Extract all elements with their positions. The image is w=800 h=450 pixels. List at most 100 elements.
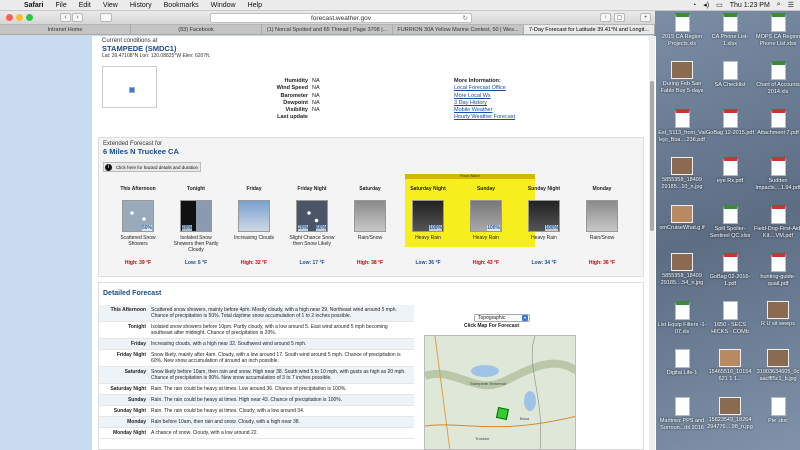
link-hourly-forecast[interactable]: Hourly Weather Forecast — [454, 114, 515, 121]
forecast-period[interactable]: Monday Rain/Snow High: 36 °F — [577, 186, 627, 266]
forecast-period[interactable]: Friday Night 60% 20% Slight Chance Snow the… — [287, 186, 337, 266]
desktop-file-icon[interactable]: GoBag 12-2015.pdf — [705, 109, 755, 137]
link-mobile-weather[interactable]: Mobile Weather — [454, 107, 515, 114]
obs-label: Visibility — [285, 107, 308, 114]
desktop-file-icon[interactable]: CA Phone List-1.xlsx — [705, 13, 755, 47]
period-description: Heavy Rain — [415, 235, 441, 241]
spotlight-icon[interactable]: ⌕ — [777, 1, 781, 9]
period-temperature: Low: 5 °F — [184, 260, 208, 266]
zoom-window-button[interactable] — [26, 14, 33, 21]
detailed-forecast-panel: Detailed Forecast This Afternoon Scattere… — [98, 282, 644, 450]
desktop-file-icon[interactable]: 15823549_18264 294776....98_n.jpg — [705, 397, 755, 430]
forecast-period[interactable]: This Afternoon 50% Scattered Snow Showers H… — [113, 186, 163, 266]
detailed-forecast-row: Monday Night A chance of snow. Cloudy, wi… — [99, 428, 414, 439]
obs-row: Last update — [252, 114, 320, 121]
desktop-file-icon[interactable]: MOPS CA Region Phone List.xlsx — [753, 13, 800, 47]
menu-file[interactable]: File — [49, 2, 72, 9]
menu-app[interactable]: Safari — [18, 2, 49, 9]
desktop-file-icon[interactable]: Pie .doc — [753, 397, 800, 425]
forward-button[interactable]: › — [72, 13, 83, 22]
weather-icon[interactable]: 50% — [122, 200, 154, 232]
desktop-file-icon[interactable]: omCruiseWhat.g if — [657, 205, 707, 232]
weather-icon[interactable] — [354, 200, 386, 232]
desktop-file-icon[interactable]: hunting-guide-quail.pdf — [753, 253, 800, 287]
file-thumbnail — [722, 253, 738, 272]
weather-icon[interactable]: 60% 20% — [296, 200, 328, 232]
new-tab-button[interactable]: + — [640, 13, 651, 22]
menubar-clock[interactable]: Thu 1:23 PM — [730, 2, 770, 9]
notifications-icon[interactable]: ☰ — [788, 1, 794, 9]
battery-icon[interactable]: ▭ — [716, 1, 723, 9]
reload-icon[interactable]: ↻ — [463, 14, 468, 23]
menu-history[interactable]: History — [124, 2, 158, 9]
link-3-day-history[interactable]: 3 Day History — [454, 100, 515, 107]
show-tabs-button[interactable]: ▢ — [614, 13, 625, 22]
desktop-file-icon[interactable]: During Feb San Fable Buy 5-days — [657, 61, 707, 94]
tab-intranet[interactable]: Intranet Home — [0, 25, 131, 34]
location-marker[interactable] — [495, 406, 510, 421]
desktop-file-icon[interactable]: 5855958_18499 29185...10_n.jpg — [657, 157, 707, 190]
desktop-file-icon[interactable]: 2015 CA Region Projects.xls — [657, 13, 707, 47]
period-temperature: Low: 17 °F — [299, 260, 325, 266]
desktop-file-icon[interactable]: R U sit weeps — [753, 301, 800, 328]
wifi-icon[interactable]: ◔ — [692, 2, 696, 9]
obs-row: Wind Speed NA — [252, 85, 320, 92]
scrollbar-thumb[interactable] — [650, 81, 654, 231]
file-name: Pie .doc — [768, 418, 788, 424]
desktop-file-icon[interactable]: 1650 - SECS HICKS - COMb — [705, 301, 755, 335]
desktop-file-icon[interactable]: 5855958_18499 29185....54_n.jpg — [657, 253, 707, 286]
tab-facebook[interactable]: (83) Facebook — [131, 25, 262, 34]
share-button[interactable]: ↑ — [600, 13, 611, 22]
desktop-file-icon[interactable]: Sudden Impacts....1.94.pdf — [753, 157, 800, 191]
back-button[interactable]: ‹ — [60, 13, 71, 22]
desktop-file-icon[interactable]: eye Rx.pdf — [705, 157, 755, 185]
file-thumbnail — [674, 397, 690, 416]
desktop-file-icon[interactable]: Attachment 7.pdf — [753, 109, 800, 137]
tab-norcal[interactable]: (1) Norcal Spotted and 65 Thread | Page … — [262, 25, 393, 34]
menu-window[interactable]: Window — [205, 2, 242, 9]
desktop-file-icon[interactable]: GoBag 02-2016-1.pdf — [705, 253, 755, 287]
menu-view[interactable]: View — [97, 2, 124, 9]
forecast-period[interactable]: Friday Increasing Clouds High: 32 °F — [229, 186, 279, 266]
desktop-file-icon[interactable]: 15465516_10154 621 1 1... — [705, 349, 755, 382]
flood-watch-banner[interactable]: Flood Watch — [405, 174, 535, 179]
desktop-file-icon[interactable]: Martinez PPS and Surroun...dit 2016 — [657, 397, 707, 431]
menu-help[interactable]: Help — [242, 2, 268, 9]
desktop-file-icon[interactable]: Digital Life-1 — [657, 349, 707, 377]
weather-icon[interactable]: 100% — [412, 200, 444, 232]
file-thumbnail — [770, 109, 786, 128]
desktop-file-icon[interactable]: 31903634605_0c aacfff5c1_b.jpg — [753, 349, 800, 382]
tab-forecast[interactable]: 7-Day Forecast for Latitude 39.41°N and … — [524, 25, 655, 34]
forecast-period[interactable]: Saturday Rain/Snow High: 38 °F — [345, 186, 395, 266]
forecast-period[interactable]: Sunday 100% Heavy Rain High: 43 °F — [461, 186, 511, 266]
volume-icon[interactable]: ◂) — [703, 1, 709, 9]
desktop-file-icon[interactable]: Field-Dog-First-Aid-Kit....VM.pdf — [753, 205, 800, 239]
weather-icon[interactable] — [238, 200, 270, 232]
link-more-local-wx[interactable]: More Local Wx — [454, 93, 515, 100]
map-type-select[interactable]: Topographic ▾ — [474, 314, 530, 322]
weather-icon[interactable] — [586, 200, 618, 232]
forecast-period[interactable]: Saturday Night 100% Heavy Rain Low: 36 °F — [403, 186, 453, 266]
weather-icon[interactable]: 20% — [180, 200, 212, 232]
desktop-file-icon[interactable]: Est_5113_from_Val lejo_Boa....236.pdf — [657, 109, 707, 143]
sidebar-toggle-button[interactable] — [100, 13, 112, 22]
desktop-file-icon[interactable]: List Equip Filters -1-07.xls — [657, 301, 707, 335]
tab-furrion[interactable]: FURRION 30A Yellow Marine Contest, 50 | … — [393, 25, 524, 34]
desktop-file-icon[interactable]: SA Checklist — [705, 61, 755, 89]
forecast-period[interactable]: Sunday Night 100% Heavy Rain Low: 34 °F — [519, 186, 569, 266]
weather-icon[interactable]: 100% — [528, 200, 560, 232]
desktop-file-icon[interactable]: Chart of Accounts 2014.xls — [753, 61, 800, 95]
close-window-button[interactable] — [6, 14, 13, 21]
menu-bookmarks[interactable]: Bookmarks — [158, 2, 205, 9]
hazard-details-button[interactable]: i Click here for hazard details and dura… — [103, 162, 201, 172]
file-name: 5855958_18499 29185...10_n.jpg — [661, 177, 703, 190]
minimize-window-button[interactable] — [16, 14, 23, 21]
file-thumbnail — [770, 205, 786, 224]
menu-edit[interactable]: Edit — [73, 2, 97, 9]
address-bar[interactable]: forecast.weather.gov ↻ — [210, 13, 472, 23]
link-local-forecast-office[interactable]: Local Forecast Office — [454, 85, 515, 92]
desktop-file-icon[interactable]: Spill Spoiler-Sentinel QC.xlsx — [705, 205, 755, 239]
forecast-period[interactable]: Tonight 20% Isolated Snow Showers then Par… — [171, 186, 221, 266]
forecast-map[interactable]: Stampede Reservoir Boca Truckee — [424, 335, 576, 450]
weather-icon[interactable]: 100% — [470, 200, 502, 232]
